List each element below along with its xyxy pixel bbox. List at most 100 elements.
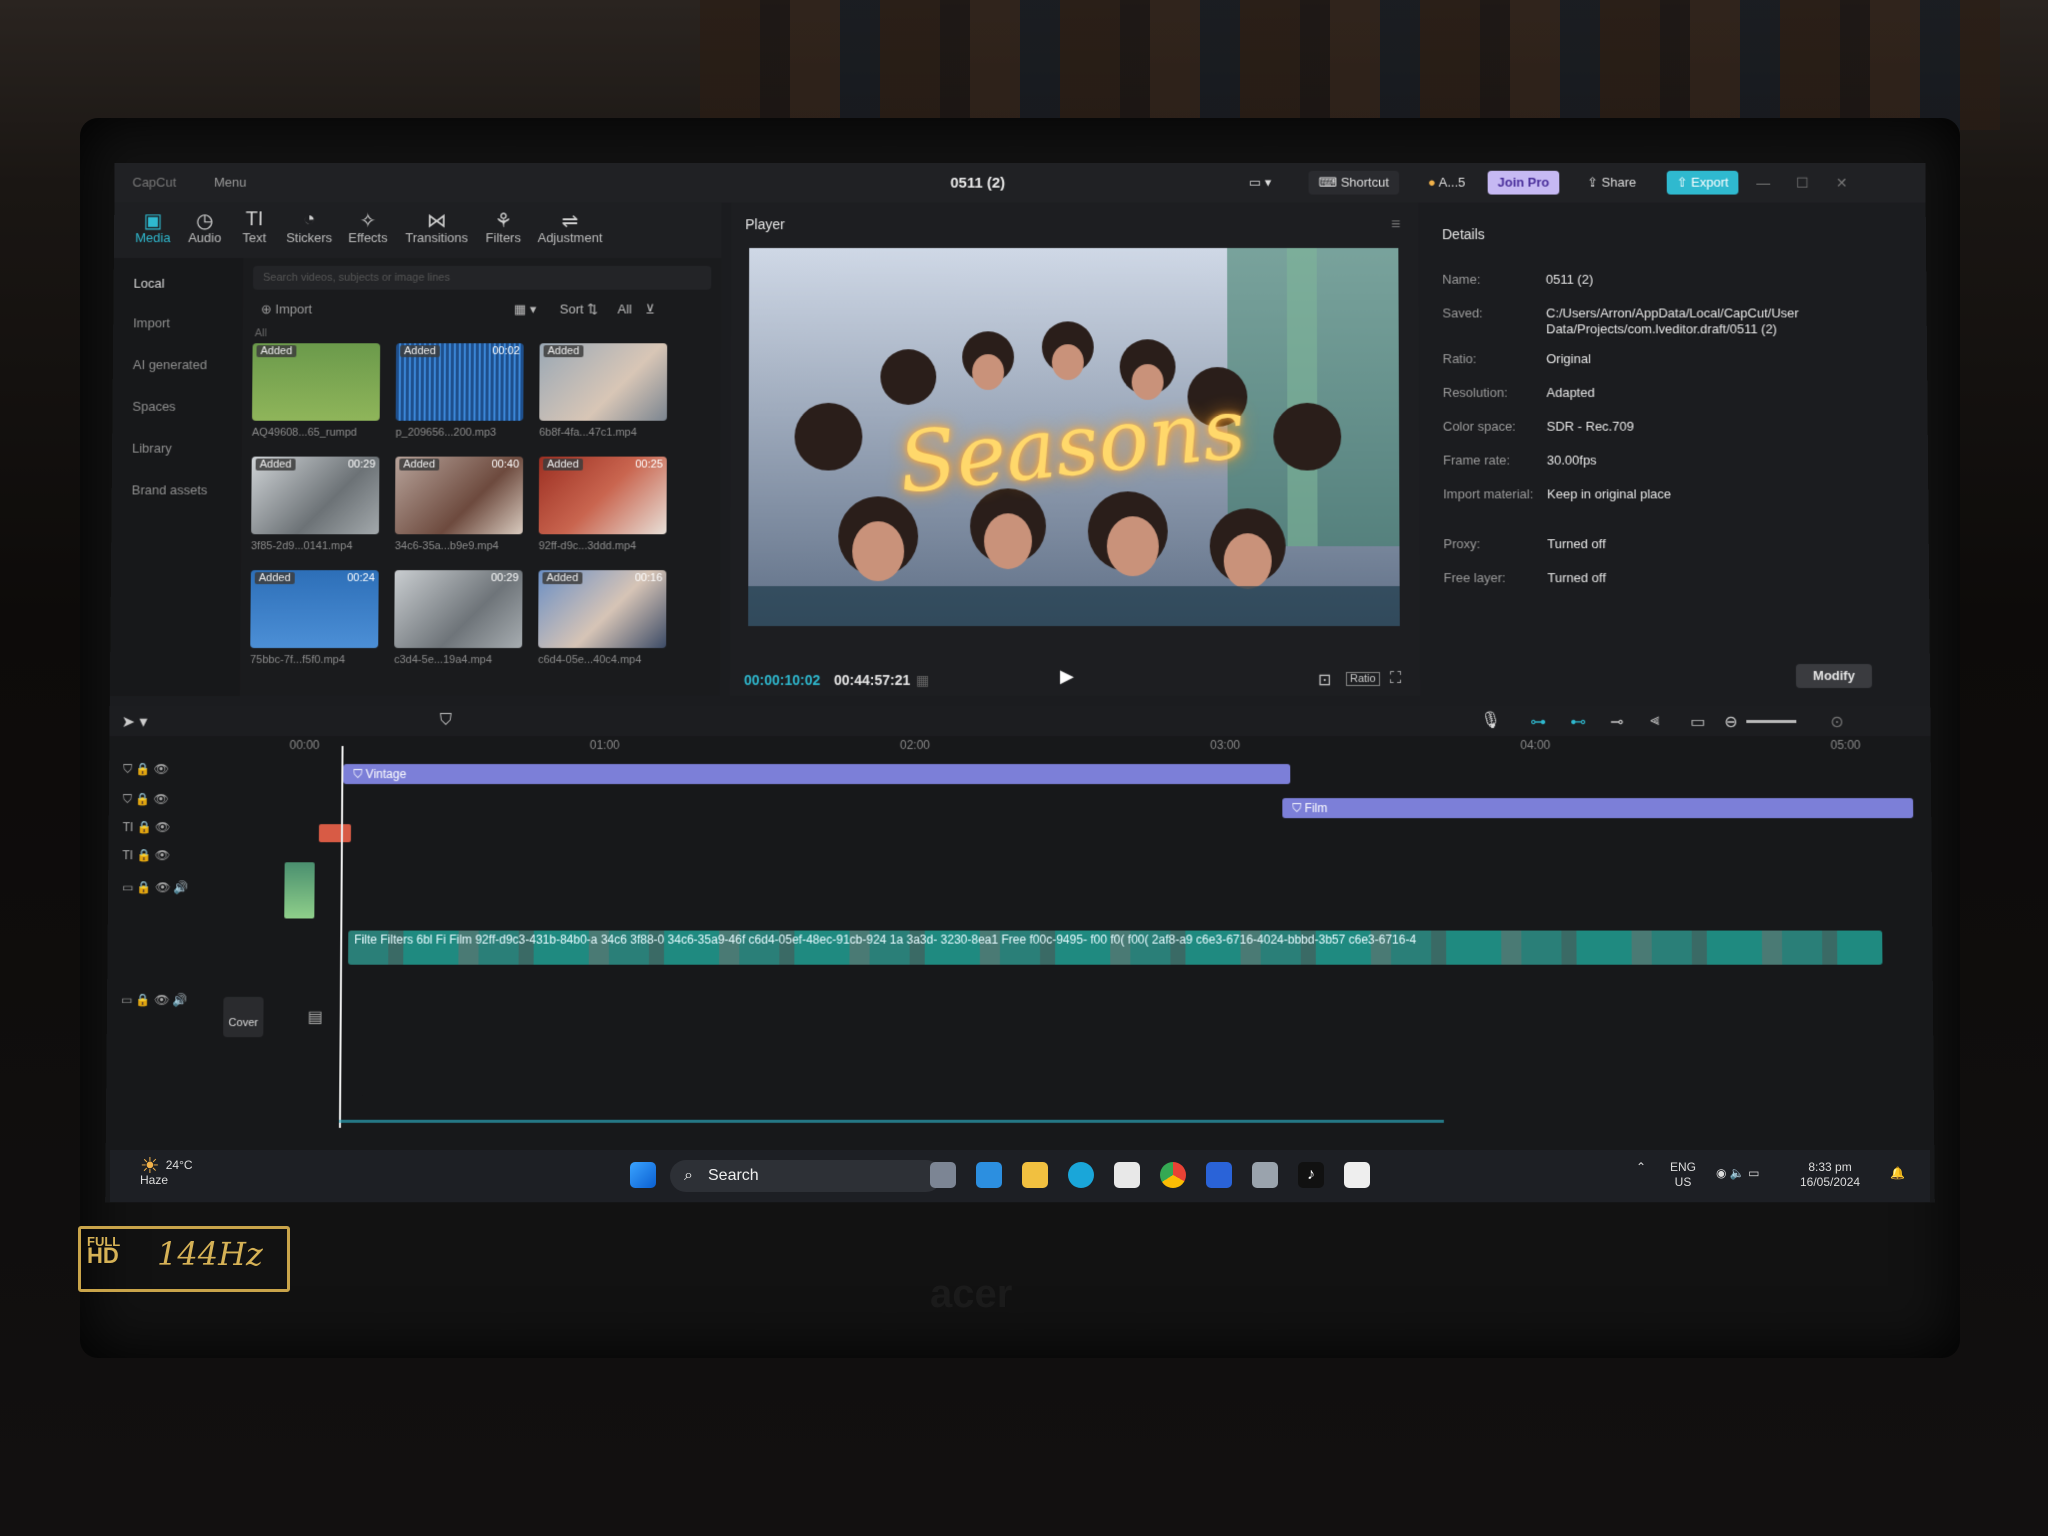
- task-view-icon[interactable]: [930, 1162, 956, 1188]
- notification-bell-icon[interactable]: 🔔: [1890, 1166, 1905, 1181]
- join-pro-button[interactable]: Join Pro: [1487, 170, 1560, 195]
- network-icon[interactable]: ◉ 🔈 ▭: [1716, 1166, 1759, 1181]
- tool-audio-label: Audio: [188, 230, 222, 246]
- sidenav-item-import[interactable]: Import: [133, 315, 170, 330]
- media-tile[interactable]: Added 00:29: [251, 456, 380, 535]
- cover-button[interactable]: Cover: [223, 996, 264, 1038]
- media-tile-audio[interactable]: Added 00:02: [395, 343, 524, 421]
- sidenav-item-library[interactable]: Library: [132, 441, 172, 456]
- tile-filename: 92ff-d9c...3ddd.mp4: [538, 540, 637, 553]
- sidenav-item-brand-assets[interactable]: Brand assets: [132, 482, 208, 497]
- minimize-icon[interactable]: —: [1756, 175, 1770, 191]
- file-explorer-icon[interactable]: [1022, 1162, 1048, 1188]
- timeline-scrollbar[interactable]: [338, 1119, 1444, 1123]
- overlay-clip[interactable]: [284, 862, 315, 919]
- detail-label-color-space: Color space:: [1442, 418, 1516, 434]
- text-track-controls[interactable]: TI 🔒 👁: [122, 848, 170, 862]
- preview-axis-icon[interactable]: ▭: [1690, 712, 1705, 732]
- media-tile[interactable]: 00:29: [394, 570, 523, 649]
- weather-widget[interactable]: ☀ 24°C Haze: [140, 1155, 193, 1188]
- filter-clip-vintage[interactable]: ⛉ Vintage: [343, 764, 1291, 785]
- tiktok-icon[interactable]: ♪: [1298, 1162, 1324, 1188]
- tool-media[interactable]: ▣ Media: [128, 208, 178, 245]
- play-button[interactable]: ▶: [1060, 666, 1074, 687]
- link-icon[interactable]: ⊸: [1610, 712, 1624, 732]
- modify-button[interactable]: Modify: [1795, 664, 1873, 688]
- timeline-settings-icon[interactable]: ⊙: [1830, 712, 1844, 732]
- media-tile[interactable]: Added 00:24: [250, 570, 379, 649]
- security-shield-icon[interactable]: [1206, 1162, 1232, 1188]
- tool-stickers[interactable]: ◔ Stickers: [279, 208, 339, 245]
- sidenav-item-local[interactable]: Local: [133, 276, 164, 291]
- account-button[interactable]: ● A...5: [1418, 171, 1475, 195]
- clock[interactable]: 8:33 pm 16/05/2024: [1800, 1160, 1860, 1190]
- media-search-input[interactable]: Search videos, subjects or image lines: [253, 265, 712, 290]
- filter-clip-film[interactable]: ⛉ Film: [1282, 798, 1914, 819]
- filter-track-controls[interactable]: ⛉ 🔒 👁: [123, 792, 169, 807]
- auto-snap-icon[interactable]: ⊷: [1570, 712, 1586, 732]
- text-track-controls[interactable]: TI 🔒 👁: [123, 820, 171, 834]
- language-indicator[interactable]: ENG US: [1670, 1160, 1696, 1190]
- tile-filename: 3f85-2d9...0141.mp4: [250, 540, 353, 553]
- ruler-label: 05:00: [1830, 738, 1861, 753]
- chrome-icon[interactable]: [1160, 1162, 1186, 1188]
- zoom-out-icon[interactable]: ⊖: [1724, 712, 1738, 732]
- video-preview[interactable]: Seasons: [748, 248, 1400, 627]
- snipping-tool-icon[interactable]: [1252, 1162, 1278, 1188]
- split-icon[interactable]: ⫷: [1650, 712, 1659, 730]
- shortcut-button[interactable]: ⌨ Shortcut: [1308, 170, 1399, 195]
- media-tile[interactable]: Added 00:40: [394, 456, 524, 535]
- filter-track-controls[interactable]: ⛉ 🔒 👁: [123, 762, 169, 777]
- view-toggle-icon[interactable]: ▦ ▾: [514, 302, 536, 318]
- main-video-strip[interactable]: Filte Filters 6bl Fi Film 92ff-d9c3-431b…: [348, 930, 1883, 965]
- media-tile[interactable]: Added: [539, 343, 668, 421]
- media-tile[interactable]: Added 00:25: [538, 456, 667, 535]
- snapshot-icon[interactable]: ⊡: [1318, 670, 1331, 690]
- media-tile[interactable]: Added: [252, 343, 381, 421]
- select-tool-icon[interactable]: ➤ ▾: [122, 712, 148, 732]
- main-track-controls[interactable]: ▭ 🔒 👁 🔊: [121, 993, 188, 1007]
- filters-icon: ⚘: [494, 210, 513, 233]
- store-icon[interactable]: [1114, 1162, 1140, 1188]
- media-panel: Search videos, subjects or image lines ⊕…: [239, 257, 722, 696]
- timecode-grid-icon[interactable]: ▦: [916, 672, 929, 689]
- detail-value-import-material: Keep in original place: [1546, 486, 1672, 502]
- media-tile[interactable]: Added 00:16: [538, 570, 667, 649]
- import-button[interactable]: ⊕ Import: [261, 302, 312, 318]
- taskbar-search[interactable]: ⌕ Search: [670, 1160, 942, 1192]
- microphone-icon[interactable]: 🎙: [1480, 710, 1500, 730]
- close-icon[interactable]: ✕: [1836, 175, 1848, 192]
- video-track-controls[interactable]: ▭ 🔒 👁 🔊: [122, 880, 189, 894]
- windows-start-icon[interactable]: [630, 1162, 656, 1188]
- tool-transitions[interactable]: ⋈ Transitions: [397, 208, 477, 245]
- tool-effects[interactable]: ✧ Effects: [341, 208, 395, 245]
- tool-text[interactable]: TI Text: [229, 208, 279, 245]
- filter-icon[interactable]: ⊻: [645, 302, 655, 318]
- layout-icon[interactable]: ▭ ▾: [1239, 171, 1281, 195]
- tool-adjustment[interactable]: ⇌ Adjustment: [530, 208, 610, 245]
- track-menu-icon[interactable]: ▤: [308, 1007, 323, 1027]
- ratio-button[interactable]: Ratio: [1345, 672, 1380, 686]
- capcut-icon[interactable]: [1344, 1162, 1370, 1188]
- magnet-icon[interactable]: ⊶: [1530, 712, 1546, 732]
- sort-button[interactable]: Sort ⇅: [560, 302, 598, 318]
- vscode-icon[interactable]: [976, 1162, 1002, 1188]
- tool-audio[interactable]: ◷ Audio: [180, 208, 230, 245]
- edge-icon[interactable]: [1068, 1162, 1094, 1188]
- marker-icon[interactable]: ⛉: [440, 712, 452, 730]
- filter-all-button[interactable]: All: [617, 302, 631, 317]
- tool-filters[interactable]: ⚘ Filters: [478, 208, 528, 245]
- share-button[interactable]: ⇪ Share: [1577, 171, 1646, 195]
- player-menu-icon[interactable]: ≡: [1391, 216, 1400, 234]
- menu-button[interactable]: Menu: [214, 175, 246, 190]
- fullscreen-icon[interactable]: ⛶: [1390, 670, 1401, 688]
- project-title: 0511 (2): [950, 174, 1006, 192]
- zoom-slider[interactable]: [1746, 720, 1797, 724]
- maximize-icon[interactable]: ☐: [1796, 175, 1809, 192]
- playhead[interactable]: [338, 746, 344, 1128]
- sidenav-item-ai-generated[interactable]: AI generated: [133, 357, 207, 372]
- text-clip[interactable]: [318, 824, 352, 843]
- sidenav-item-spaces[interactable]: Spaces: [132, 399, 175, 414]
- export-button[interactable]: ⇧ Export: [1666, 170, 1739, 195]
- tray-chevron-icon[interactable]: ⌃: [1636, 1160, 1646, 1175]
